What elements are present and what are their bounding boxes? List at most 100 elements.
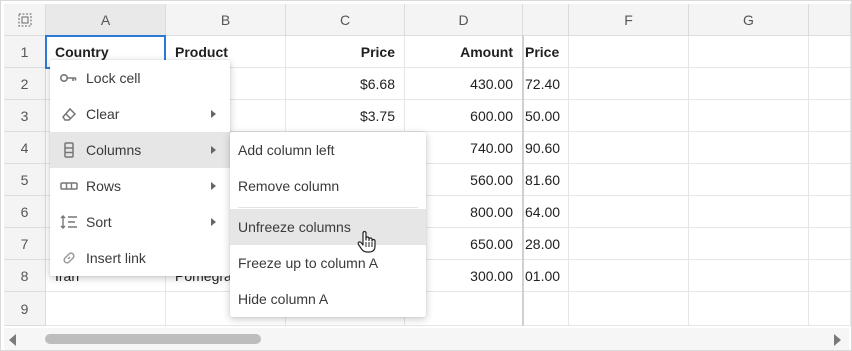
menu-item-label: Remove column: [238, 178, 340, 194]
link-icon: [60, 249, 78, 267]
cell-h6[interactable]: [809, 196, 851, 228]
menu-item-label: Unfreeze columns: [238, 219, 351, 235]
cell-g4[interactable]: [689, 132, 809, 164]
cell-h5[interactable]: [809, 164, 851, 196]
row-header-8[interactable]: 8: [4, 260, 46, 292]
column-header-f[interactable]: F: [569, 4, 689, 36]
submenu-arrow-icon: [211, 146, 216, 154]
select-all-button[interactable]: [4, 4, 46, 36]
frozen-columns-divider: [522, 36, 524, 326]
cell-h1[interactable]: [809, 36, 851, 68]
cell-f7[interactable]: [569, 228, 689, 260]
row-header-9[interactable]: 9: [4, 292, 46, 326]
cell-f6[interactable]: [569, 196, 689, 228]
cell-g1[interactable]: [689, 36, 809, 68]
menu-item-lock-cell[interactable]: Lock cell: [50, 60, 230, 96]
menu-item-label: Lock cell: [86, 70, 141, 86]
cell-e3[interactable]: 50.00: [523, 100, 569, 132]
cell-c2[interactable]: $6.68: [286, 68, 405, 100]
cell-f3[interactable]: [569, 100, 689, 132]
row-header-2[interactable]: 2: [4, 68, 46, 100]
scrollbar-thumb[interactable]: [45, 334, 261, 344]
cell-f8[interactable]: [569, 260, 689, 292]
menu-item-label: Freeze up to column A: [238, 255, 379, 271]
context-menu: Lock cell Clear Columns Rows Sort Insert…: [50, 60, 230, 276]
cell-f1[interactable]: [569, 36, 689, 68]
submenu-arrow-icon: [211, 182, 216, 190]
cell-f2[interactable]: [569, 68, 689, 100]
cell-c3[interactable]: $3.75: [286, 100, 405, 132]
scroll-left-icon[interactable]: [9, 334, 16, 346]
cell-c1[interactable]: Price: [286, 36, 405, 68]
cell-g3[interactable]: [689, 100, 809, 132]
menu-item-columns[interactable]: Columns: [50, 132, 230, 168]
row-header-1[interactable]: 1: [4, 36, 46, 68]
select-all-icon: [18, 13, 31, 26]
cell-e2[interactable]: 72.40: [523, 68, 569, 100]
menu-item-label: Add column left: [238, 142, 335, 158]
cell-g6[interactable]: [689, 196, 809, 228]
cell-h3[interactable]: [809, 100, 851, 132]
menu-item-label: Hide column A: [238, 291, 329, 307]
cell-f5[interactable]: [569, 164, 689, 196]
menu-item-remove-column[interactable]: Remove column: [230, 168, 426, 204]
menu-item-rows[interactable]: Rows: [50, 168, 230, 204]
cell-e7[interactable]: 28.00: [523, 228, 569, 260]
row-header-4[interactable]: 4: [4, 132, 46, 164]
column-header-g[interactable]: G: [689, 4, 809, 36]
cell-g2[interactable]: [689, 68, 809, 100]
cell-g9[interactable]: [689, 292, 809, 326]
cell-f4[interactable]: [569, 132, 689, 164]
cell-h8[interactable]: [809, 260, 851, 292]
cell-h9[interactable]: [809, 292, 851, 326]
cell-h4[interactable]: [809, 132, 851, 164]
row-header-6[interactable]: 6: [4, 196, 46, 228]
cell-e8[interactable]: 01.00: [523, 260, 569, 292]
menu-item-unfreeze-columns[interactable]: Unfreeze columns: [230, 209, 426, 245]
cell-h7[interactable]: [809, 228, 851, 260]
menu-item-label: Clear: [86, 106, 120, 122]
spreadsheet-frame: A B C D F G 1 2 3 4 5 6 7 8 9 Country Pr…: [0, 0, 852, 351]
menu-item-clear[interactable]: Clear: [50, 96, 230, 132]
menu-item-label: Insert link: [86, 250, 146, 266]
cell-e4[interactable]: 90.60: [523, 132, 569, 164]
cell-a9[interactable]: [46, 292, 166, 326]
cell-g8[interactable]: [689, 260, 809, 292]
sort-icon: [60, 213, 78, 231]
cell-g5[interactable]: [689, 164, 809, 196]
scroll-right-icon[interactable]: [834, 334, 841, 346]
menu-item-label: Sort: [86, 214, 112, 230]
row-header-3[interactable]: 3: [4, 100, 46, 132]
column-header-c[interactable]: C: [286, 4, 405, 36]
cell-e5[interactable]: 81.60: [523, 164, 569, 196]
cell-d1[interactable]: Amount: [405, 36, 523, 68]
submenu-arrow-icon: [211, 110, 216, 118]
row-header-5[interactable]: 5: [4, 164, 46, 196]
column-header-d[interactable]: D: [405, 4, 523, 36]
cell-f9[interactable]: [569, 292, 689, 326]
cell-e1[interactable]: Price: [523, 36, 569, 68]
menu-item-insert-link[interactable]: Insert link: [50, 240, 230, 276]
hand-cursor-icon: [357, 230, 377, 254]
menu-separator: [238, 207, 418, 208]
cell-g7[interactable]: [689, 228, 809, 260]
menu-item-freeze-up-to-column-a[interactable]: Freeze up to column A: [230, 245, 426, 281]
column-header-b[interactable]: B: [166, 4, 286, 36]
cell-d3[interactable]: 600.00: [405, 100, 523, 132]
menu-item-add-column-left[interactable]: Add column left: [230, 132, 426, 168]
menu-item-hide-column-a[interactable]: Hide column A: [230, 281, 426, 317]
menu-item-sort[interactable]: Sort: [50, 204, 230, 240]
columns-icon: [60, 141, 78, 159]
columns-submenu: Add column left Remove column Unfreeze c…: [230, 132, 426, 317]
row-header-7[interactable]: 7: [4, 228, 46, 260]
cell-e9[interactable]: [523, 292, 569, 326]
cell-d2[interactable]: 430.00: [405, 68, 523, 100]
column-header-a[interactable]: A: [46, 4, 166, 36]
column-header-e[interactable]: [523, 4, 569, 36]
cell-h2[interactable]: [809, 68, 851, 100]
cell-e6[interactable]: 64.00: [523, 196, 569, 228]
menu-item-label: Columns: [86, 142, 142, 158]
column-header-h[interactable]: [809, 4, 851, 36]
key-icon: [60, 69, 78, 87]
menu-item-label: Rows: [86, 178, 122, 194]
